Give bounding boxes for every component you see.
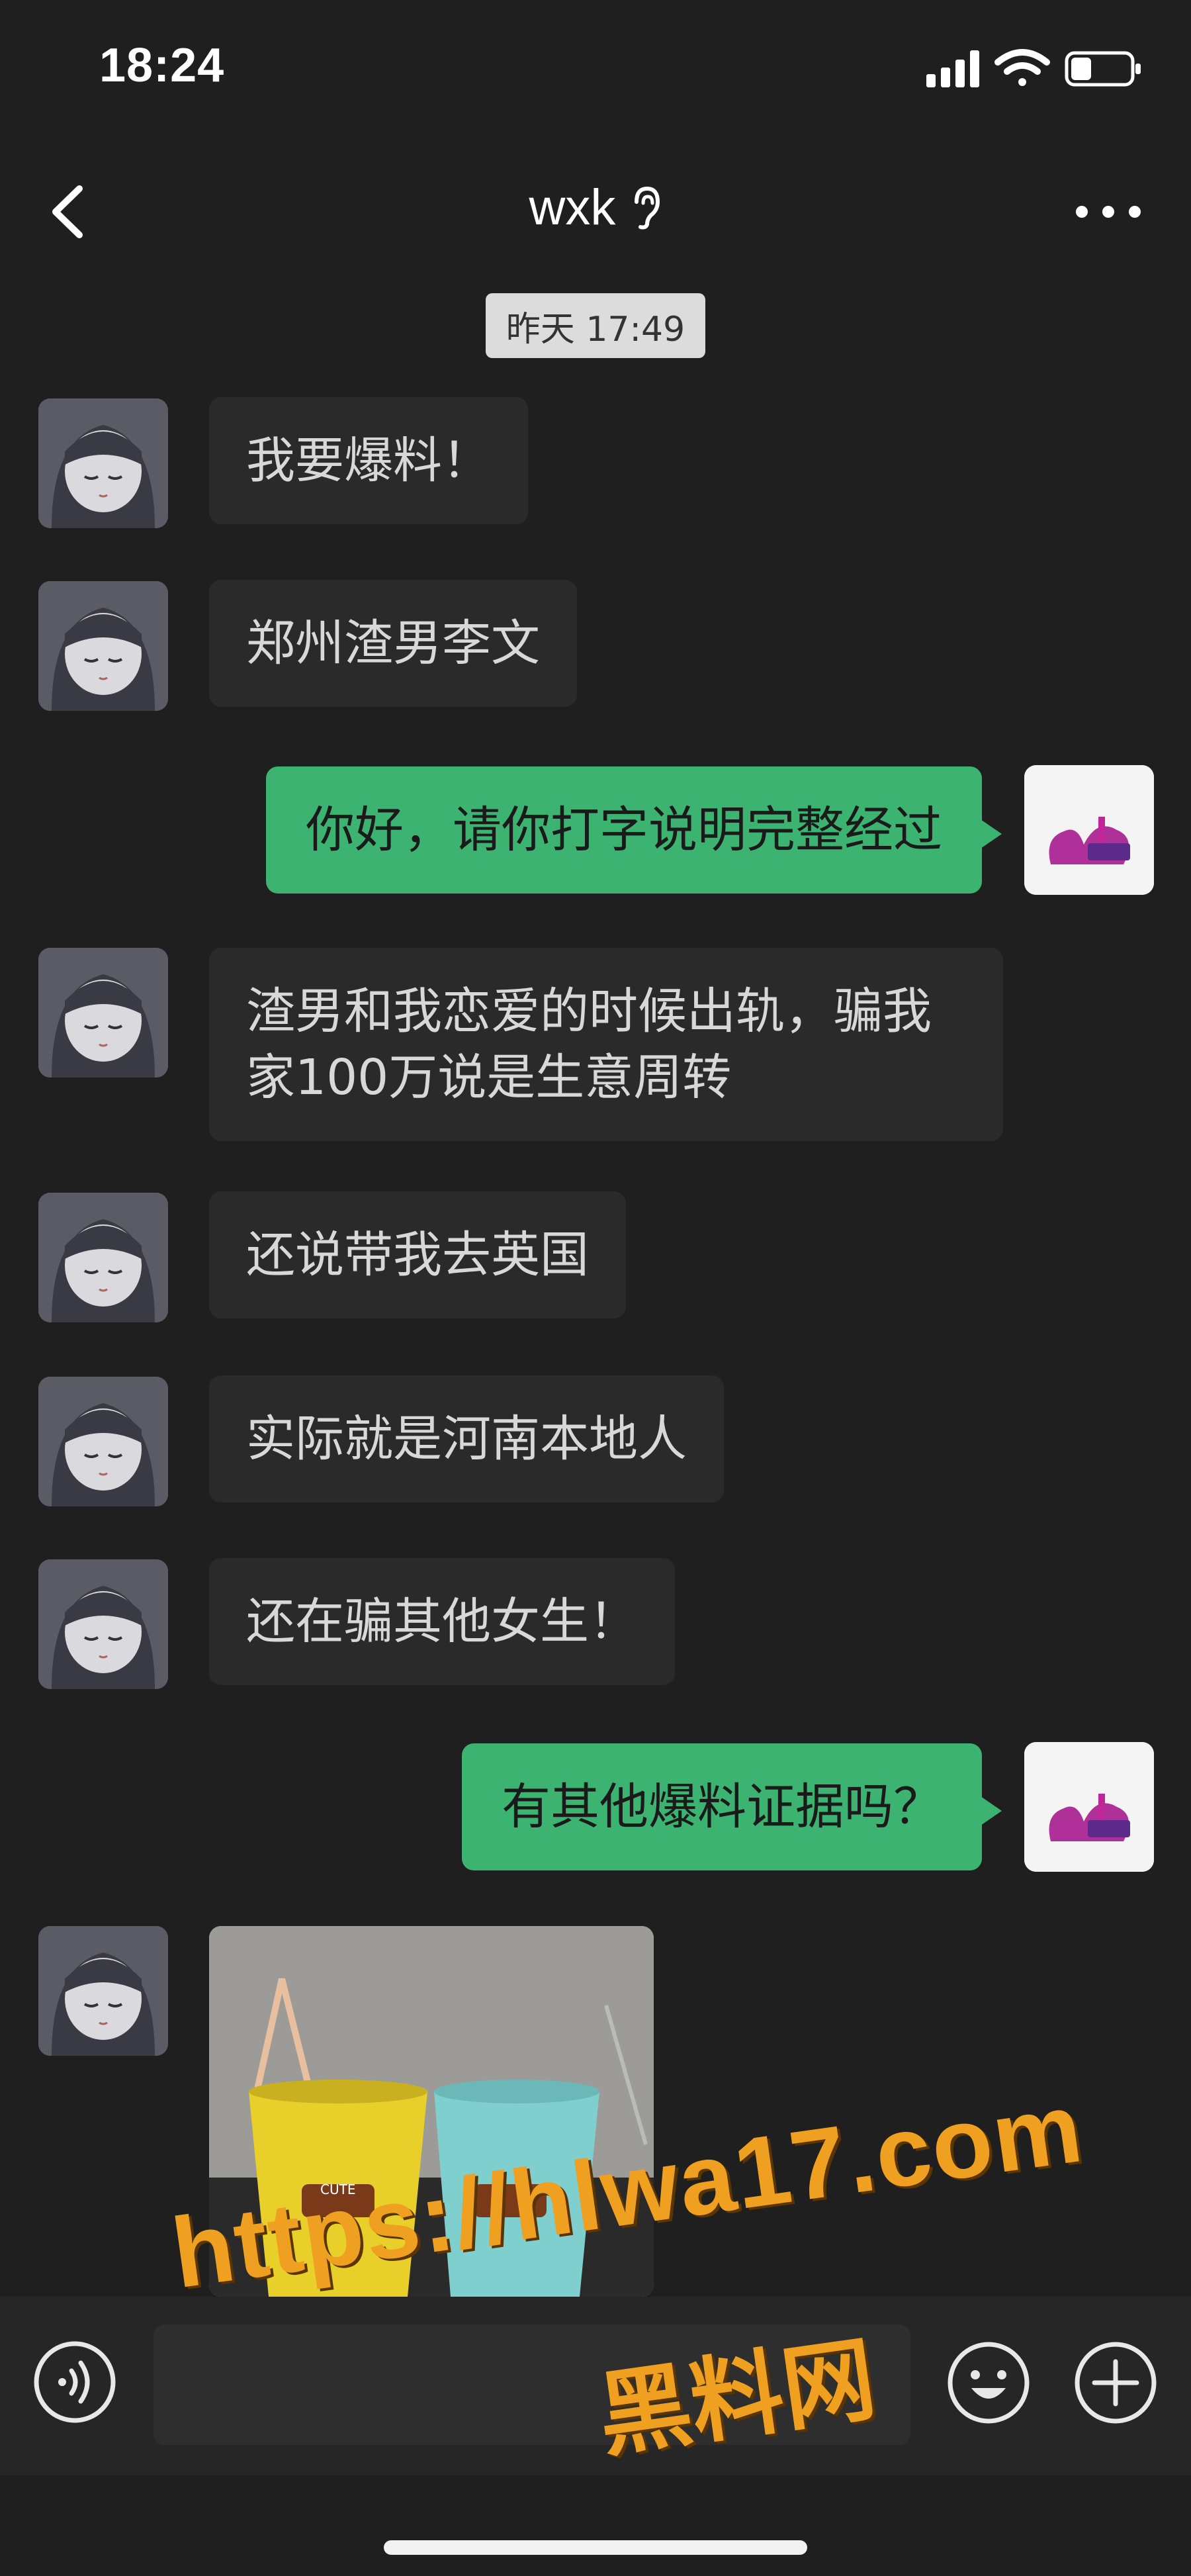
message-bubble-incoming[interactable]: 我要爆料！ xyxy=(209,397,528,524)
chat-screen: 18:24 wxk 昨天 17:49 我要爆料！ 郑州渣男李文 你好，请你打字说… xyxy=(0,0,1191,2576)
signal-icon xyxy=(926,50,979,87)
plus-icon[interactable] xyxy=(1072,2339,1159,2426)
message-bubble-incoming[interactable]: 还说带我去英国 xyxy=(209,1191,626,1318)
message-bubble-incoming[interactable]: 郑州渣男李文 xyxy=(209,580,577,707)
my-avatar[interactable] xyxy=(1024,1742,1154,1872)
message-input[interactable] xyxy=(154,2324,910,2445)
avatar-girl-icon xyxy=(38,581,168,711)
contact-avatar[interactable] xyxy=(38,1193,168,1322)
emoji-icon[interactable] xyxy=(945,2339,1032,2426)
contact-avatar[interactable] xyxy=(38,1559,168,1689)
status-time: 18:24 xyxy=(99,39,225,92)
ear-icon xyxy=(635,186,660,229)
photo-cups-image: CUTE xyxy=(209,1926,654,2297)
avatar-girl-icon xyxy=(38,1193,168,1322)
more-dots-icon[interactable] xyxy=(1072,199,1145,225)
status-icons xyxy=(926,49,1141,87)
contact-avatar[interactable] xyxy=(38,1926,168,2056)
timestamp-chip: 昨天 17:49 xyxy=(486,293,705,358)
message-bubble-outgoing[interactable]: 你好，请你打字说明完整经过 xyxy=(266,766,1002,894)
avatar-girl-icon xyxy=(38,1559,168,1689)
message-bubble-incoming[interactable]: 实际就是河南本地人 xyxy=(209,1375,724,1502)
brand-logo-icon xyxy=(1024,1742,1154,1872)
avatar-girl-icon xyxy=(38,1926,168,2056)
contact-avatar[interactable] xyxy=(38,398,168,528)
contact-avatar[interactable] xyxy=(38,948,168,1078)
chat-title-bar: wxk xyxy=(0,179,1191,236)
brand-logo-icon xyxy=(1024,765,1154,895)
message-bubble-outgoing[interactable]: 有其他爆料证据吗？ xyxy=(462,1743,1002,1870)
image-message[interactable]: CUTE xyxy=(209,1926,654,2297)
message-bubble-incoming[interactable]: 渣男和我恋爱的时候出轨，骗我家100万说是生意周转 xyxy=(209,948,1003,1141)
battery-icon xyxy=(1065,51,1141,87)
message-bubble-incoming[interactable]: 还在骗其他女生！ xyxy=(209,1558,675,1685)
my-avatar[interactable] xyxy=(1024,765,1154,895)
wifi-icon xyxy=(994,49,1050,86)
contact-avatar[interactable] xyxy=(38,581,168,711)
contact-avatar[interactable] xyxy=(38,1377,168,1506)
home-indicator[interactable] xyxy=(384,2540,807,2555)
chat-title: wxk xyxy=(529,179,616,236)
avatar-girl-icon xyxy=(38,948,168,1078)
voice-icon[interactable] xyxy=(32,2339,118,2425)
cup-label: CUTE xyxy=(320,2182,355,2197)
avatar-girl-icon xyxy=(38,398,168,528)
avatar-girl-icon xyxy=(38,1377,168,1506)
